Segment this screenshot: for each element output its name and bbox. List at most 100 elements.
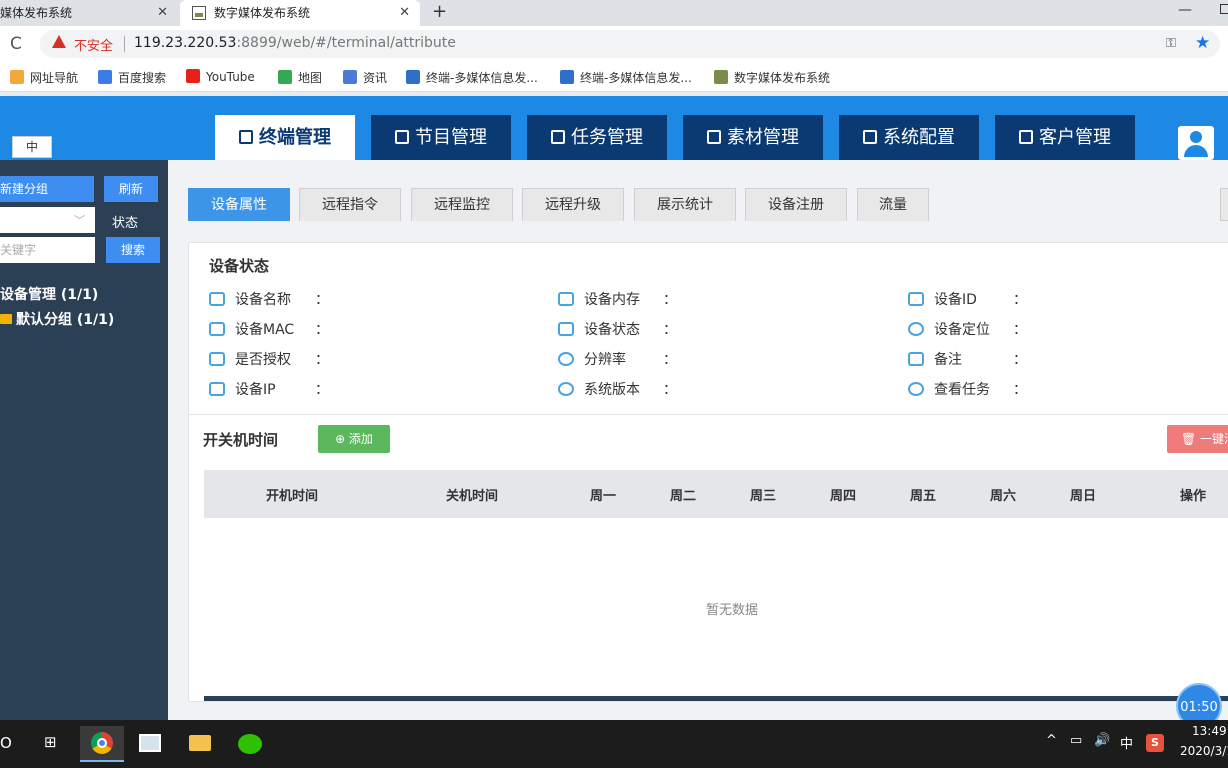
field-system-version: 系统版本 — [558, 379, 640, 399]
youtube-icon — [186, 69, 200, 83]
avatar[interactable] — [1178, 126, 1214, 160]
window-icon — [139, 734, 161, 752]
omnibox[interactable]: 不安全 119.23.220.53:8899/web/#/terminal/at… — [40, 30, 1220, 58]
add-button[interactable]: ⊕ 添加 — [318, 425, 390, 453]
column-header: 周三 — [750, 489, 777, 504]
table-header: 开机时间 关机时间 周一 周二 周三 周四 周五 周六 周日 操作 — [204, 470, 1228, 518]
field-device-mac: 设备MAC — [209, 319, 294, 339]
field-device-ip: 设备IP — [209, 379, 276, 399]
nav-tab-program[interactable]: 节目管理 — [371, 115, 511, 160]
bookmark-item[interactable]: 地图 — [278, 69, 322, 86]
clear-all-button[interactable]: 🗑 一键清 — [1167, 425, 1228, 453]
app-header: 中 终端管理 节目管理 任务管理 素材管理 系统配置 客户管理 — [0, 96, 1228, 160]
field-colon: ： — [663, 352, 677, 368]
nav-tab-customer[interactable]: 客户管理 — [995, 115, 1135, 160]
keyword-input[interactable]: 关键字 — [0, 237, 95, 263]
close-icon[interactable]: ✕ — [157, 0, 168, 26]
browser-tab-inactive[interactable]: 媒体发布系统 ✕ — [0, 0, 178, 26]
new-tab-button[interactable]: + — [432, 0, 447, 24]
tree-item-device-management[interactable]: 设备管理 (1/1) — [0, 284, 98, 304]
field-remark: 备注 — [908, 349, 962, 369]
close-icon[interactable]: ✕ — [399, 0, 410, 26]
new-group-button[interactable]: 新建分组 — [0, 176, 94, 202]
tab-device-register[interactable]: 设备注册 — [745, 188, 847, 221]
bookmark-item[interactable]: YouTube — [186, 69, 255, 84]
clock-date[interactable]: 2020/3/1 — [1180, 744, 1228, 758]
tab-overflow — [1220, 188, 1228, 221]
nav-tab-material[interactable]: 素材管理 — [683, 115, 823, 160]
task-view-icon[interactable]: ⊞ — [44, 733, 57, 751]
nav-tab-system[interactable]: 系统配置 — [839, 115, 979, 160]
taskbar-app-window[interactable] — [128, 726, 172, 762]
ime-indicator[interactable]: 中 — [1120, 733, 1133, 752]
horizontal-scrollbar[interactable] — [204, 696, 1228, 701]
field-colon: ： — [315, 292, 329, 308]
browser-tab-active[interactable]: 数字媒体发布系统 ✕ — [180, 0, 420, 26]
url-text[interactable]: 119.23.220.53:8899/web/#/terminal/attrib… — [134, 35, 456, 51]
router-icon — [908, 292, 924, 306]
folder-icon — [189, 735, 211, 751]
star-icon[interactable]: ★ — [1195, 33, 1210, 53]
taskbar-app-chrome[interactable] — [80, 726, 124, 762]
main-content: 设备属性 远程指令 远程监控 远程升级 展示统计 设备注册 流量 设备状态 设备… — [168, 160, 1228, 720]
bookmarks-bar: 网址导航 百度搜索 YouTube 地图 资讯 终端-多媒体信息发... 终端-… — [0, 62, 1228, 92]
maximize-button[interactable] — [1220, 4, 1228, 14]
search-button[interactable]: 搜索 — [106, 237, 160, 263]
user-icon — [1019, 130, 1033, 144]
material-icon — [707, 130, 721, 144]
status-select[interactable]: ﹀ — [0, 207, 95, 233]
bookmark-icon — [10, 70, 24, 84]
divider — [124, 36, 125, 52]
column-header: 关机时间 — [446, 489, 499, 504]
tab-display-stats[interactable]: 展示统计 — [634, 188, 736, 221]
bookmark-item[interactable]: 资讯 — [343, 69, 387, 86]
bookmark-item[interactable]: 终端-多媒体信息发... — [406, 69, 538, 86]
nav-tab-task[interactable]: 任务管理 — [527, 115, 667, 160]
field-view-task[interactable]: 查看任务 — [908, 379, 990, 399]
field-device-location: 设备定位 — [908, 319, 990, 339]
bookmark-item[interactable]: 数字媒体发布系统 — [714, 69, 830, 86]
tray-arrow-icon[interactable]: ^ — [1046, 733, 1057, 748]
chrome-icon — [91, 732, 113, 754]
field-colon: ： — [663, 292, 677, 308]
search-icon[interactable]: O — [0, 734, 12, 752]
tab-traffic[interactable]: 流量 — [857, 188, 929, 221]
cloud-upload-icon — [558, 382, 574, 396]
bookmark-icon — [714, 70, 728, 84]
tree-item-default-group[interactable]: 默认分组 (1/1) — [0, 309, 114, 329]
nav-tab-terminal[interactable]: 终端管理 — [215, 115, 355, 160]
tab-remote-monitor[interactable]: 远程监控 — [411, 188, 513, 221]
bookmark-item[interactable]: 终端-多媒体信息发... — [560, 69, 692, 86]
taskbar-app-explorer[interactable] — [178, 726, 222, 762]
edit-icon — [908, 352, 924, 366]
reload-icon[interactable]: C — [10, 34, 22, 54]
column-header: 周一 — [590, 489, 617, 504]
clock-time[interactable]: 13:49 — [1192, 724, 1227, 738]
taskbar-app-wechat[interactable] — [228, 726, 272, 762]
field-colon: ： — [1013, 292, 1027, 308]
tab-device-attribute[interactable]: 设备属性 — [188, 188, 290, 221]
field-device-name: 设备名称 — [209, 289, 291, 309]
insecure-label[interactable]: 不安全 — [74, 35, 113, 54]
section-divider — [189, 414, 1228, 415]
auth-icon — [209, 352, 225, 366]
ime-app-icon[interactable]: S — [1146, 734, 1164, 752]
refresh-button[interactable]: 刷新 — [104, 176, 158, 202]
bookmark-item[interactable]: 网址导航 — [10, 69, 78, 86]
battery-icon[interactable]: ▭ — [1070, 733, 1082, 748]
laptop-icon — [209, 382, 225, 396]
browser-tab-strip: 媒体发布系统 ✕ 数字媒体发布系统 ✕ + — — [0, 0, 1228, 26]
layers-icon — [239, 130, 253, 144]
tab-remote-command[interactable]: 远程指令 — [299, 188, 401, 221]
field-device-status: 设备状态 — [558, 319, 640, 339]
minimize-button[interactable]: — — [1178, 0, 1192, 20]
language-button[interactable]: 中 — [12, 136, 52, 158]
field-device-memory: 设备内存 — [558, 289, 640, 309]
volume-icon[interactable]: 🔊 — [1094, 733, 1110, 748]
news-icon — [343, 70, 357, 84]
tab-remote-upgrade[interactable]: 远程升级 — [522, 188, 624, 221]
bookmark-item[interactable]: 百度搜索 — [98, 69, 166, 86]
key-icon[interactable]: ⚿ — [1166, 36, 1176, 51]
column-header: 周六 — [990, 489, 1017, 504]
monitor-icon — [209, 322, 225, 336]
